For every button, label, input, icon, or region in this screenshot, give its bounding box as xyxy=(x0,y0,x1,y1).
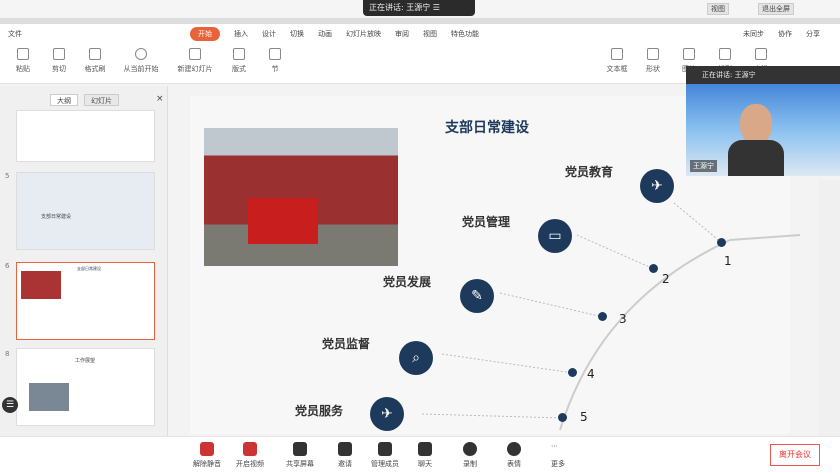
participant-name: 王源宁 xyxy=(690,160,717,172)
menu-icon[interactable]: ☰ xyxy=(2,397,18,413)
magnifier-icon: ⌕ xyxy=(399,341,433,375)
invite-button[interactable]: 邀请 xyxy=(325,442,365,469)
timeline-dot xyxy=(558,413,567,422)
invite-icon xyxy=(338,442,352,456)
participant-video-body xyxy=(728,140,784,176)
item-label: 党员教育 xyxy=(565,165,614,179)
more-icon: ⋯ xyxy=(551,442,558,450)
monitor-icon: ▭ xyxy=(538,219,572,253)
item-number: 1 xyxy=(724,254,732,268)
item-number: 5 xyxy=(580,410,588,424)
reactions-button[interactable]: 表情 xyxy=(494,442,534,469)
unmute-button[interactable]: 解除静音 xyxy=(187,442,227,469)
more-button[interactable]: ⋯ 更多 xyxy=(538,442,578,469)
record-button[interactable]: 录制 xyxy=(450,442,490,469)
screen-icon xyxy=(293,442,307,456)
item-label: 党员管理 xyxy=(462,215,511,229)
right-toolbar[interactable] xyxy=(818,180,840,436)
item-number: 2 xyxy=(662,272,670,286)
participant-video xyxy=(740,104,772,144)
leave-meeting-button[interactable]: 离开会议 xyxy=(770,444,820,466)
item-label: 党员监督 xyxy=(322,337,371,351)
item-label: 党员服务 xyxy=(295,404,344,418)
record-icon xyxy=(463,442,477,456)
start-video-button[interactable]: 开启视频 xyxy=(230,442,270,469)
share-screen-button[interactable]: 共享屏幕 xyxy=(280,442,320,469)
paper-plane-icon: ✈ xyxy=(640,169,674,203)
video-off-icon xyxy=(243,442,257,456)
emoji-icon xyxy=(507,442,521,456)
chat-button[interactable]: 聊天 xyxy=(405,442,445,469)
item-number: 4 xyxy=(587,367,595,381)
members-icon xyxy=(378,442,392,456)
timeline-dot xyxy=(598,312,607,321)
paper-plane-icon: ✈ xyxy=(370,397,404,431)
muted-mic-icon xyxy=(200,442,214,456)
pencil-icon: ✎ xyxy=(460,279,494,313)
item-number: 3 xyxy=(619,312,627,326)
manage-members-button[interactable]: 管理成员 xyxy=(365,442,405,469)
timeline-dot xyxy=(568,368,577,377)
chat-icon xyxy=(418,442,432,456)
timeline-dot xyxy=(649,264,658,273)
speaker-label: 正在讲话: 王源宁 xyxy=(686,66,840,84)
timeline-dot xyxy=(717,238,726,247)
item-label: 党员发展 xyxy=(383,275,432,289)
